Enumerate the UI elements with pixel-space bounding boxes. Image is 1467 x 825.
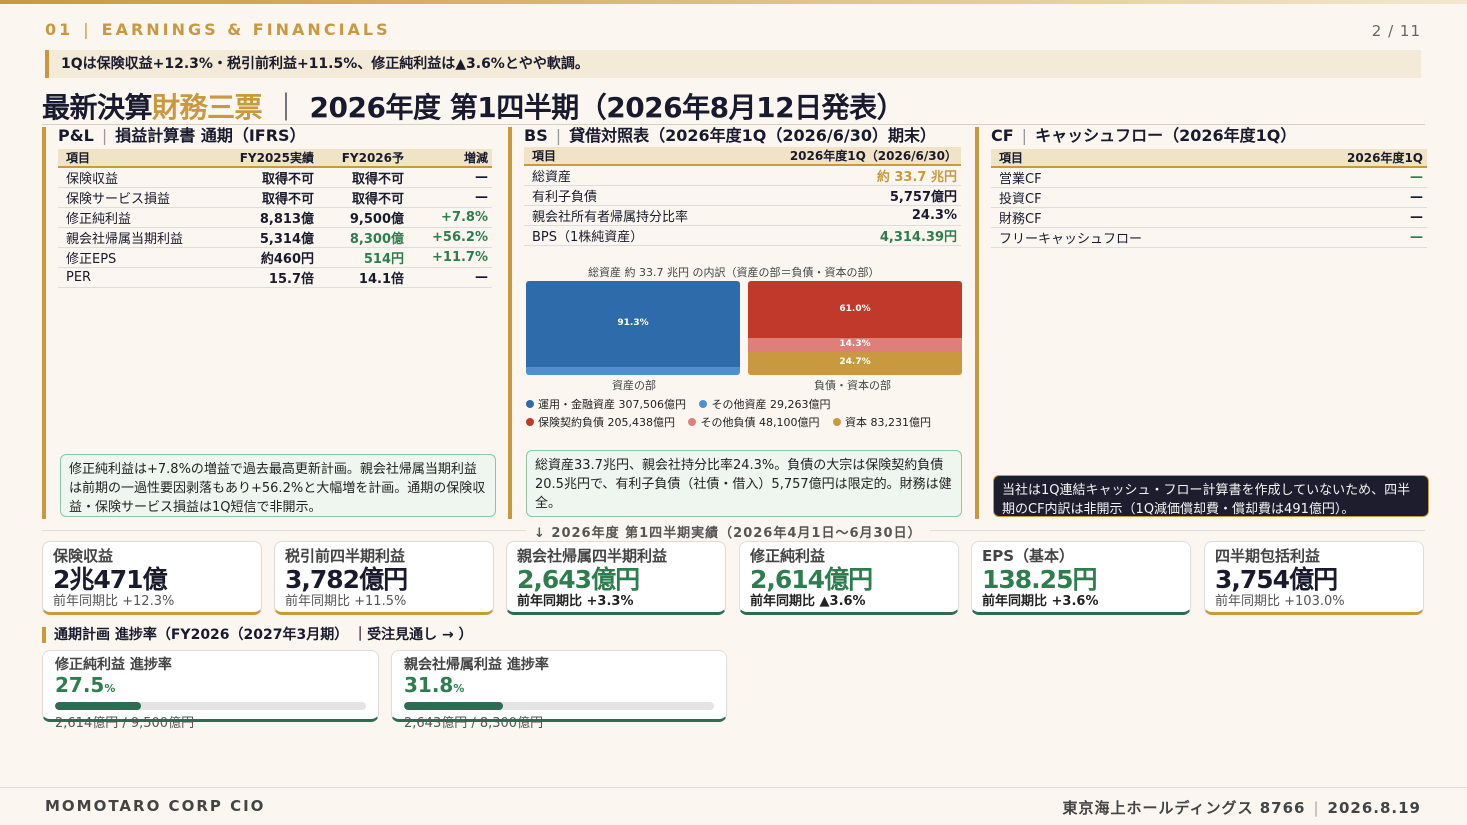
- pl-heading: P&L | 損益計算書 通期（IFRS）: [58, 126, 306, 145]
- table-row: 総資産約 33.7 兆円: [524, 165, 961, 186]
- summary-banner: 1Qは保険収益+12.3%・税引前利益+11.5%、修正純利益は▲3.6%とやや…: [45, 50, 1421, 78]
- table-row: PER 15.7倍 14.1倍 —: [58, 267, 492, 288]
- kpi-card-pretax-profit: 税引前四半期利益 3,782億円 前年同期比 +11.5%: [274, 541, 494, 615]
- kpi-card-comprehensive-income: 四半期包括利益 3,754億円 前年同期比 +103.0%: [1204, 541, 1424, 615]
- cf-panel: CF | キャッシュフロー（2026年度1Q） 項目 2026年度1Q 営業CF — …: [975, 126, 1429, 519]
- section-title: EARNINGS & FINANCIALS: [101, 20, 391, 39]
- balance-chart: 91.3% 61.0% 14.3% 24.7%: [526, 281, 962, 377]
- footer-date: 2026.8.19: [1327, 799, 1421, 817]
- cf-heading: CF | キャッシュフロー（2026年度1Q）: [991, 126, 1297, 145]
- chart-title: 総資産 約 33.7 兆円 の内訳（資産の部＝負債・資本の部）: [588, 266, 880, 279]
- top-accent-line: [0, 0, 1467, 4]
- kpi-card-eps: EPS（基本） 138.25円 前年同期比 +3.6%: [971, 541, 1191, 615]
- pl-table: 項目 FY2025実績 FY2026予 増減 保険収益 取得不可 取得不可 — 保険サ…: [58, 149, 492, 288]
- table-row: 修正EPS 約460円 514円 +11.7%: [58, 247, 492, 268]
- table-row: 財務CF —: [991, 207, 1427, 228]
- footer-meta: 東京海上ホールディングス 8766 | 2026.8.19: [1062, 799, 1421, 817]
- chart-bar-label: 24.7%: [839, 357, 871, 368]
- section-header: 01 | EARNINGS & FINANCIALS: [45, 20, 391, 39]
- page-number: 2 / 11: [1371, 22, 1421, 40]
- chart-category-assets: 資産の部: [612, 379, 656, 392]
- table-row: フリーキャッシュフロー —: [991, 227, 1427, 248]
- progress-card-parent: 親会社帰属利益 進捗率 31.8% 2,643億円 / 8,300億円: [391, 650, 727, 731]
- legend-item: その他負債 48,100億円: [688, 416, 819, 429]
- table-row: 親会社所有者帰属持分比率 24.3%: [524, 205, 961, 226]
- bs-table: 項目 2026年度1Q（2026/6/30） 総資産約 33.7 兆円 有利子負…: [524, 147, 961, 246]
- title-rule: [42, 124, 1425, 125]
- legend-item: その他資産 29,263億円: [699, 398, 830, 411]
- section-number: 01: [45, 20, 74, 39]
- cf-table: 項目 2026年度1Q 営業CF — 投資CF — 財務CF — フリーキャッシュフロ…: [991, 149, 1427, 248]
- pl-panel: P&L | 損益計算書 通期（IFRS） 項目 FY2025実績 FY2026予 増…: [42, 126, 496, 519]
- progress-heading: 通期計画 進捗率（FY2026（2027年3月期） ｜受注見通し → ）: [42, 627, 473, 643]
- kpi-card-parent-profit: 親会社帰属四半期利益 2,643億円 前年同期比 +3.3%: [506, 541, 726, 615]
- table-row: 保険収益 取得不可 取得不可 —: [58, 167, 492, 188]
- table-row: BPS（1株純資産） 4,314.39円: [524, 225, 961, 246]
- progress-card-adjusted: 修正純利益 進捗率 27.5% 2,614億円 / 9,500億円: [42, 650, 379, 731]
- table-row: 有利子負債 5,757億円: [524, 185, 961, 206]
- chart-bar-label: 14.3%: [839, 339, 871, 350]
- quarter-label: ↓ 2026年度 第1四半期実績（2026年4月1日〜6月30日）: [526, 522, 930, 541]
- bs-heading: BS | 貸借対照表（2026年度1Q（2026/6/30）期末）: [524, 126, 936, 145]
- bs-note: 総資産33.7兆円、親会社持分比率24.3%。負債の大宗は保険契約負債20.5兆…: [526, 450, 962, 517]
- progress-fill: [55, 702, 141, 710]
- chart-bar-label: 91.3%: [617, 317, 649, 328]
- legend-item: 保険契約負債 205,438億円: [526, 416, 675, 429]
- chart-legend-row2: 保険契約負債 205,438億円 その他負債 48,100億円 資本 83,23…: [526, 414, 941, 430]
- chart-legend-row1: 運用・金融資産 307,506億円 その他資産 29,263億円: [526, 396, 840, 412]
- footer-author: MOMOTARO CORP CIO: [45, 797, 266, 815]
- table-row: 投資CF —: [991, 187, 1427, 208]
- pl-note: 修正純利益は+7.8%の増益で過去最高更新計画。親会社帰属当期利益は前期の一過性…: [60, 454, 496, 517]
- footer-company: 東京海上ホールディングス 8766: [1062, 799, 1306, 817]
- legend-item: 運用・金融資産 307,506億円: [526, 398, 686, 411]
- table-row: 親会社帰属当期利益 5,314億 8,300億 +56.2%: [58, 227, 492, 248]
- progress-fill: [404, 702, 503, 710]
- chart-bar-segment: [526, 366, 740, 375]
- table-row: 修正純利益 8,813億 9,500億 +7.8%: [58, 207, 492, 228]
- progress-track: [404, 702, 714, 710]
- legend-item: 資本 83,231億円: [832, 416, 931, 429]
- bs-panel: BS | 貸借対照表（2026年度1Q（2026/6/30）期末） 項目 2026年…: [508, 126, 962, 519]
- cf-note: 当社は1Q連結キャッシュ・フロー計算書を作成していないため、四半期のCF内訳は非…: [993, 475, 1429, 517]
- chart-bar-label: 61.0%: [839, 303, 871, 314]
- page-title: 最新決算財務三票｜ 2026年度 第1四半期（2026年8月12日発表）: [42, 91, 905, 124]
- table-row: 営業CF —: [991, 167, 1427, 188]
- kpi-card-adjusted-profit: 修正純利益 2,614億円 前年同期比 ▲3.6%: [739, 541, 959, 615]
- footer-rule: [0, 787, 1467, 788]
- kpi-card-insurance-revenue: 保険収益 2兆471億 前年同期比 +12.3%: [42, 541, 262, 615]
- table-row: 保険サービス損益 取得不可 取得不可 —: [58, 187, 492, 208]
- progress-track: [55, 702, 366, 710]
- chart-category-liab: 負債・資本の部: [814, 379, 891, 392]
